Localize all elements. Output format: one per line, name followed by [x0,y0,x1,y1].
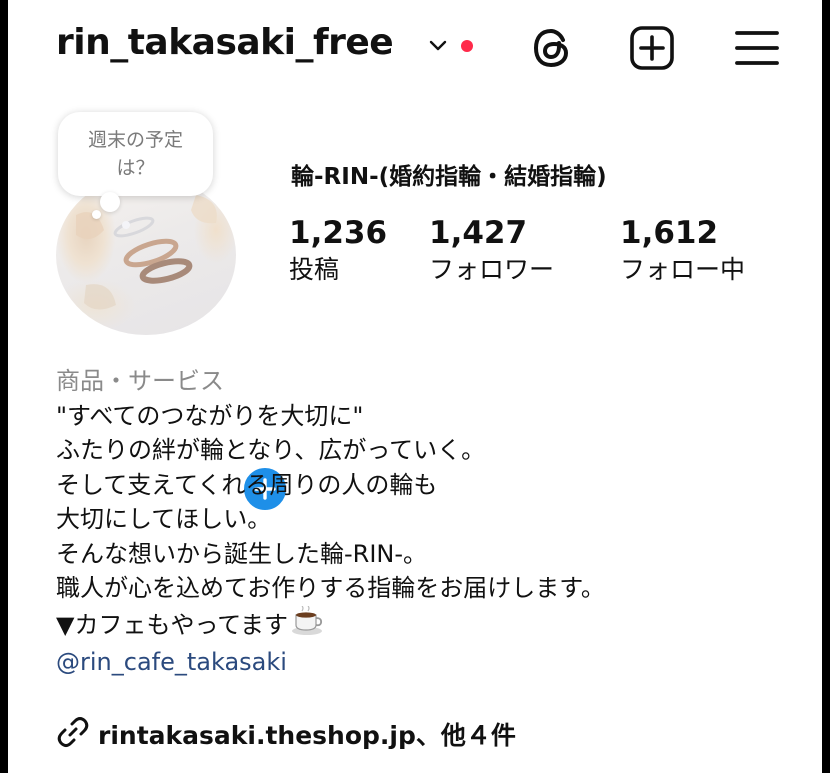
bio: 商品・サービス "すべてのつながりを大切に" ふたりの絆が輪となり、広がっていく… [56,364,816,680]
display-name: 輪-RIN-(婚約指輪・結婚指輪) [291,164,607,190]
website-link[interactable]: rintakasaki.theshop.jp、他４件 [56,714,516,754]
profile-screen: rin_takasaki_free 週末の予定 は？ 輪-RIN-(婚約指輪・結… [8,0,822,773]
new-post-icon[interactable] [628,24,676,72]
note-text-line1: 週末の予定 [87,129,183,151]
followers-stat[interactable]: 1,427 フォロワー [429,215,554,289]
website-link-text[interactable]: rintakasaki.theshop.jp、他４件 [98,716,516,752]
note-bubble-tail [100,192,120,212]
bio-line: ▼カフェもやってます [56,610,289,639]
top-bar: rin_takasaki_free [8,0,822,100]
bio-line-cafe: ▼カフェもやってます [56,605,816,646]
followers-label: フォロワー [429,255,555,284]
notification-dot [461,40,473,52]
note-bubble[interactable]: 週末の予定 は？ [58,112,213,196]
threads-icon[interactable] [528,24,576,72]
link-icon [56,715,90,753]
following-stat[interactable]: 1,612 フォロー中 [620,215,745,289]
bio-line: そして支えてくれる周りの人の輪も [56,470,438,499]
menu-icon[interactable] [733,24,781,72]
posts-label: 投稿 [289,255,340,284]
chevron-down-icon[interactable] [428,38,448,57]
mention-link[interactable]: @rin_cafe_takasaki [56,645,816,680]
following-label: フォロー中 [620,255,746,284]
posts-stat[interactable]: 1,236 投稿 [289,215,387,289]
bio-line: 職人が心を込めてお作りする指輪をお届けします。 [56,574,605,602]
coffee-icon [290,605,326,646]
bio-line: ふたりの絆が輪となり、広がっていく。 [56,436,486,464]
avatar-container[interactable] [56,175,291,515]
followers-count: 1,427 [429,215,528,251]
note-bubble-tail-small [92,210,101,219]
avatar[interactable] [56,175,236,335]
username-title[interactable]: rin_takasaki_free [56,22,394,63]
category-label: 商品・サービス [56,367,224,395]
note-text-line2: は？ [116,157,155,179]
posts-count: 1,236 [289,215,388,251]
ring-photo-icon [76,195,217,310]
bio-line: そんな想いから誕生した輪-RIN-。 [56,539,428,568]
following-count: 1,612 [620,215,719,251]
bio-line: 大切にしてほしい。 [56,505,272,533]
bio-line: "すべてのつながりを大切に" [56,401,364,430]
